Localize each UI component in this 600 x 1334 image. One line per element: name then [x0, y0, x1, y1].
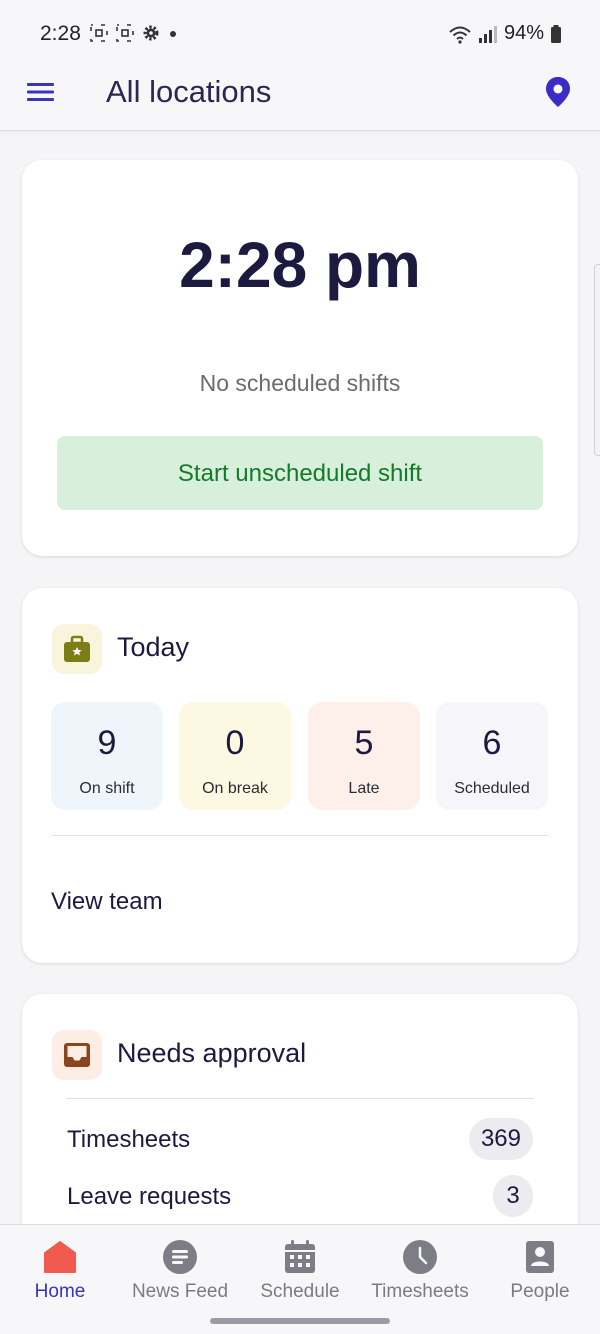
signal-icon	[478, 25, 497, 43]
approval-icon-badge	[52, 1030, 102, 1080]
notification-dot-icon	[170, 31, 176, 37]
status-bar: 2:28 94%	[0, 0, 600, 64]
news-feed-icon	[163, 1240, 197, 1274]
stat-on-shift[interactable]: 9 On shift	[51, 702, 163, 810]
today-icon-badge	[52, 624, 102, 674]
person-icon	[526, 1241, 554, 1273]
nav-item-home[interactable]: Home	[0, 1225, 120, 1315]
stat-value: 5	[354, 724, 374, 762]
approval-row-leave-requests[interactable]: Leave requests 3	[67, 1175, 533, 1219]
page-title: All locations	[106, 74, 272, 109]
stat-on-break[interactable]: 0 On break	[179, 702, 291, 810]
briefcase-icon	[64, 635, 90, 662]
hamburger-menu-icon	[27, 83, 54, 101]
stat-late[interactable]: 5 Late	[308, 702, 420, 810]
view-team-link[interactable]: View team	[51, 888, 163, 916]
battery-percent: 94%	[503, 22, 544, 44]
home-icon	[44, 1241, 76, 1273]
screenshot-icon	[90, 24, 108, 42]
stat-value: 0	[225, 724, 245, 762]
nav-label: Schedule	[260, 1281, 340, 1302]
stat-value: 6	[482, 724, 502, 762]
no-shifts-text: No scheduled shifts	[199, 370, 401, 396]
today-card: Today 9 On shift 0 On break 5 Late 6 Sch…	[22, 588, 578, 963]
settings-gear-icon	[143, 25, 159, 41]
battery-icon	[551, 24, 561, 43]
nav-item-schedule[interactable]: Schedule	[240, 1225, 360, 1315]
needs-approval-heading: Needs approval	[117, 1038, 307, 1068]
location-pin-icon	[546, 77, 570, 107]
stat-value: 9	[97, 724, 117, 762]
screen-record-icon	[116, 24, 134, 42]
app-bar: All locations	[0, 64, 600, 131]
stat-scheduled[interactable]: 6 Scheduled	[436, 702, 548, 810]
start-unscheduled-shift-button[interactable]: Start unscheduled shift	[57, 436, 543, 510]
approval-label: Leave requests	[67, 1183, 232, 1210]
calendar-icon	[285, 1240, 315, 1273]
nav-item-news-feed[interactable]: News Feed	[120, 1225, 240, 1315]
nav-label: News Feed	[131, 1281, 229, 1302]
nav-label: Timesheets	[371, 1281, 469, 1302]
clock-icon	[403, 1240, 437, 1274]
approval-row-timesheets[interactable]: Timesheets 369	[67, 1118, 533, 1162]
clock-card: 2:28 pm No scheduled shifts Start unsche…	[22, 160, 578, 556]
approval-count-badge: 3	[493, 1175, 533, 1217]
menu-button[interactable]	[26, 78, 56, 108]
current-time: 2:28 pm	[179, 229, 421, 301]
status-time: 2:28	[40, 22, 81, 45]
approval-count-badge: 369	[468, 1118, 533, 1160]
inbox-icon	[64, 1043, 90, 1067]
needs-approval-card: Needs approval Timesheets 369 Leave requ…	[22, 994, 578, 1254]
stat-label: On break	[202, 780, 268, 797]
status-icons-left	[90, 24, 178, 42]
today-heading: Today	[117, 632, 190, 662]
stat-label: On shift	[79, 780, 135, 797]
nav-item-people[interactable]: People	[480, 1225, 600, 1315]
divider	[66, 1098, 534, 1099]
status-icons-right: 94%	[448, 22, 562, 45]
stat-label: Scheduled	[454, 780, 530, 797]
home-indicator[interactable]	[210, 1318, 390, 1324]
stat-label: Late	[348, 780, 380, 797]
wifi-icon	[449, 26, 471, 44]
location-button[interactable]	[544, 76, 572, 108]
nav-label: People	[510, 1281, 570, 1302]
nav-item-timesheets[interactable]: Timesheets	[360, 1225, 480, 1315]
nav-label: Home	[34, 1281, 86, 1302]
approval-label: Timesheets	[67, 1126, 191, 1153]
scrollbar[interactable]	[594, 264, 600, 456]
divider	[51, 835, 549, 836]
